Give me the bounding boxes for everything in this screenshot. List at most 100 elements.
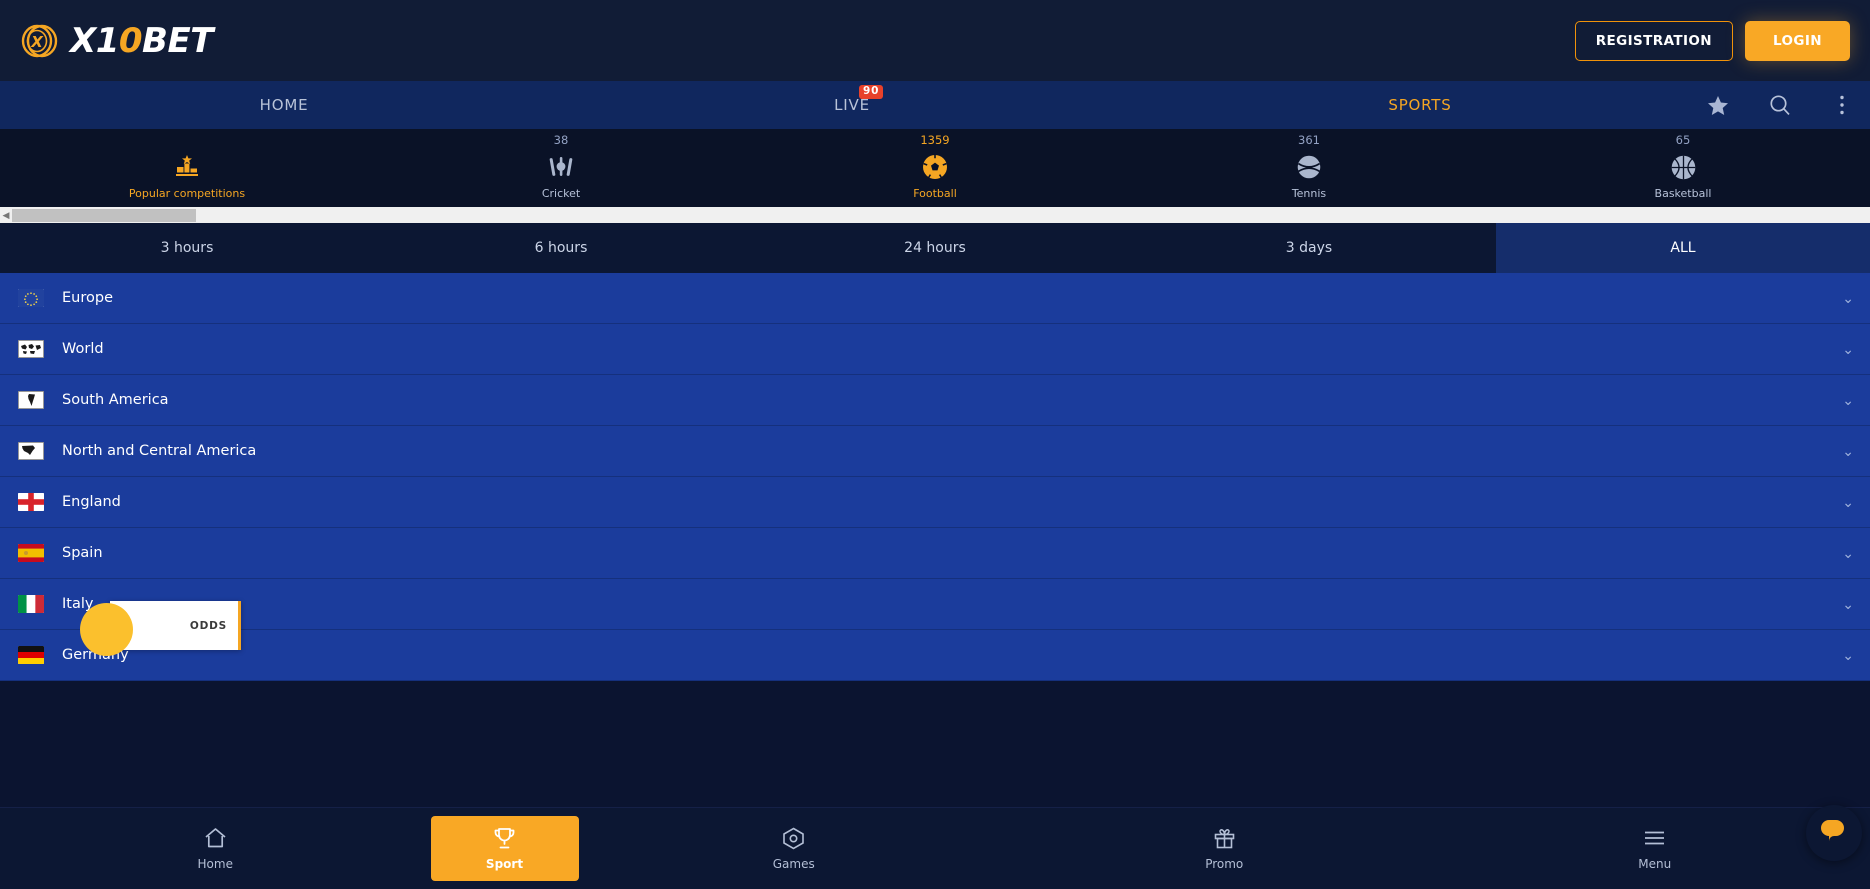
auth-buttons: REGISTRATION LOGIN bbox=[1574, 20, 1850, 61]
chevron-down-icon[interactable]: ⌄ bbox=[1842, 444, 1854, 458]
time-filter-3-hours[interactable]: 3 hours bbox=[0, 223, 374, 273]
nav-icon-group bbox=[1704, 81, 1870, 129]
sport-basketball[interactable]: 65 Basketball bbox=[1496, 129, 1870, 207]
sport-football[interactable]: 1359 Football bbox=[748, 129, 1122, 207]
time-filter-label: 3 hours bbox=[160, 240, 214, 256]
sports-horizontal-scrollbar[interactable]: ◀ bbox=[0, 207, 1870, 223]
bottom-nav-label: Menu bbox=[1638, 857, 1672, 871]
sport-label: Cricket bbox=[541, 187, 581, 201]
bottom-nav-menu[interactable]: Menu bbox=[1440, 808, 1870, 889]
chevron-down-icon[interactable]: ⌄ bbox=[1842, 495, 1854, 509]
search-icon[interactable] bbox=[1766, 91, 1794, 119]
football-icon bbox=[921, 152, 949, 182]
odds-ball-icon bbox=[80, 603, 133, 656]
registration-button[interactable]: REGISTRATION bbox=[1574, 20, 1733, 61]
brand-logo[interactable]: X X10BET bbox=[18, 19, 213, 63]
sport-count: 65 bbox=[1675, 133, 1691, 147]
north-america-flag bbox=[18, 442, 44, 460]
region-row-england[interactable]: England ⌄ bbox=[0, 477, 1870, 528]
chevron-down-icon[interactable]: ⌄ bbox=[1842, 597, 1854, 611]
chat-support-button[interactable] bbox=[1806, 805, 1862, 861]
odds-widget-label: ODDS bbox=[189, 619, 227, 632]
nav-item-sports[interactable]: SPORTS bbox=[1136, 81, 1704, 129]
home-icon bbox=[204, 826, 227, 850]
region-label: North and Central America bbox=[62, 443, 257, 459]
south-america-flag bbox=[18, 391, 44, 409]
eu-flag bbox=[18, 289, 44, 307]
sport-label: Popular competitions bbox=[128, 187, 246, 201]
tennis-icon bbox=[1296, 152, 1322, 182]
sport-label: Football bbox=[913, 187, 957, 201]
time-filter-label: ALL bbox=[1670, 240, 1696, 256]
time-filter-label: 24 hours bbox=[904, 240, 966, 256]
bottom-nav-home[interactable]: Home bbox=[0, 808, 431, 889]
region-row-europe[interactable]: Europe ⌄ bbox=[0, 273, 1870, 324]
bottom-nav-label: Promo bbox=[1205, 857, 1244, 871]
sport-tennis[interactable]: 361 Tennis bbox=[1122, 129, 1496, 207]
region-label: Europe bbox=[62, 290, 113, 306]
region-row-south-america[interactable]: South America ⌄ bbox=[0, 375, 1870, 426]
region-list: Europe ⌄ World ⌄ South America ⌄ North a… bbox=[0, 273, 1870, 681]
chevron-down-icon[interactable]: ⌄ bbox=[1842, 342, 1854, 356]
bottom-nav-games[interactable]: Games bbox=[579, 808, 1010, 889]
bottom-nav-promo[interactable]: Promo bbox=[1009, 808, 1440, 889]
bottom-nav-sport[interactable]: Sport bbox=[430, 816, 579, 881]
live-count-badge: 90 bbox=[859, 85, 884, 100]
cricket-icon bbox=[548, 152, 574, 182]
scrollbar-thumb[interactable] bbox=[12, 208, 196, 222]
region-row-north-and-central-america[interactable]: North and Central America ⌄ bbox=[0, 426, 1870, 477]
region-label: Italy bbox=[62, 596, 94, 612]
region-label: Germany bbox=[62, 647, 129, 663]
star-icon[interactable] bbox=[1704, 91, 1732, 119]
time-filter-all[interactable]: ALL bbox=[1496, 223, 1870, 273]
nav-item-live[interactable]: 90 LIVE bbox=[568, 81, 1136, 129]
time-filter-bar: 3 hours 6 hours 24 hours 3 days ALL bbox=[0, 223, 1870, 273]
chevron-down-icon[interactable]: ⌄ bbox=[1842, 291, 1854, 305]
bottom-nav-label: Games bbox=[772, 857, 815, 871]
odds-promo-widget[interactable]: ODDS bbox=[80, 601, 241, 656]
sport-count: 1359 bbox=[920, 133, 950, 147]
time-filter-6-hours[interactable]: 6 hours bbox=[374, 223, 748, 273]
time-filter-3-days[interactable]: 3 days bbox=[1122, 223, 1496, 273]
basketball-icon bbox=[1670, 152, 1697, 182]
region-label: England bbox=[62, 494, 121, 510]
svg-text:X: X bbox=[30, 33, 44, 51]
menu-icon bbox=[1643, 826, 1666, 850]
main-navigation: HOME 90 LIVE SPORTS bbox=[0, 81, 1870, 129]
region-label: South America bbox=[62, 392, 169, 408]
sport-label: Basketball bbox=[1654, 187, 1712, 201]
games-icon bbox=[782, 826, 805, 850]
sport-popular-competitions[interactable]: Popular competitions bbox=[0, 129, 374, 207]
region-row-italy[interactable]: Italy ⌄ bbox=[0, 579, 1870, 630]
time-filter-24-hours[interactable]: 24 hours bbox=[748, 223, 1122, 273]
chevron-down-icon[interactable]: ⌄ bbox=[1842, 546, 1854, 560]
sport-label: Tennis bbox=[1291, 187, 1327, 201]
sport-count: 361 bbox=[1298, 133, 1320, 147]
england-flag bbox=[18, 493, 44, 511]
chat-icon bbox=[1819, 816, 1849, 851]
sports-category-strip: Popular competitions 38 Cricket 1359 Foo… bbox=[0, 129, 1870, 207]
coin-x-icon: X bbox=[18, 19, 62, 63]
time-filter-label: 3 days bbox=[1285, 240, 1333, 256]
more-vertical-icon[interactable] bbox=[1828, 91, 1856, 119]
chevron-down-icon[interactable]: ⌄ bbox=[1842, 393, 1854, 407]
nav-item-home[interactable]: HOME bbox=[0, 81, 568, 129]
login-button[interactable]: LOGIN bbox=[1745, 20, 1850, 61]
region-row-germany[interactable]: Germany ⌄ bbox=[0, 630, 1870, 681]
time-filter-label: 6 hours bbox=[534, 240, 588, 256]
nav-label: HOME bbox=[259, 96, 309, 114]
world-flag bbox=[18, 340, 44, 358]
bottom-nav-label: Sport bbox=[485, 857, 524, 871]
sport-cricket[interactable]: 38 Cricket bbox=[374, 129, 748, 207]
bottom-nav-label: Home bbox=[197, 857, 233, 871]
brand-wordmark: X10BET bbox=[70, 20, 213, 61]
spain-flag bbox=[18, 544, 44, 562]
chevron-left-icon[interactable]: ◀ bbox=[0, 207, 12, 223]
region-row-spain[interactable]: Spain ⌄ bbox=[0, 528, 1870, 579]
gift-icon bbox=[1213, 826, 1236, 850]
germany-flag bbox=[18, 646, 44, 664]
chevron-down-icon[interactable]: ⌄ bbox=[1842, 648, 1854, 662]
site-header: X X10BET REGISTRATION LOGIN bbox=[0, 0, 1870, 81]
app-root: X X10BET REGISTRATION LOGIN HOME 90 LIVE… bbox=[0, 0, 1870, 889]
region-row-world[interactable]: World ⌄ bbox=[0, 324, 1870, 375]
